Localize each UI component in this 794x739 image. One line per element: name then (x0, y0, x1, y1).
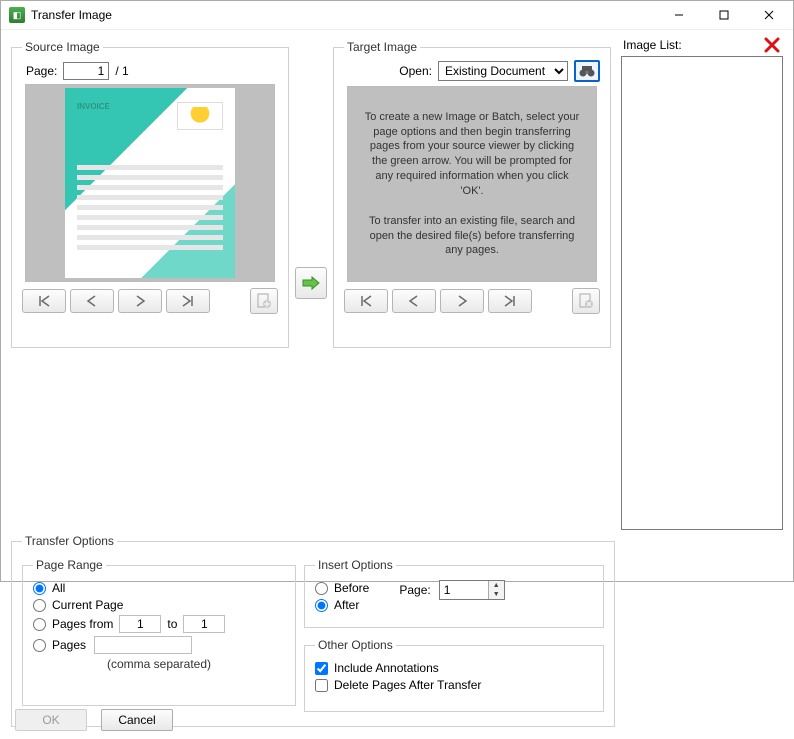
target-first-page-button[interactable] (344, 289, 388, 313)
maximize-button[interactable] (701, 1, 746, 29)
title-bar: ◧ Transfer Image (1, 1, 793, 30)
window-title: Transfer Image (31, 8, 656, 22)
other-legend: Other Options (315, 638, 396, 652)
pages-list-input[interactable] (94, 636, 192, 654)
delete-x-icon (764, 37, 780, 53)
image-list-box[interactable] (621, 56, 783, 530)
insert-after[interactable]: After (315, 598, 369, 612)
source-add-page-button[interactable] (250, 288, 278, 314)
target-preview: To create a new Image or Batch, select y… (347, 86, 597, 282)
include-annotations-check[interactable]: Include Annotations (315, 661, 593, 675)
pages-hint: (comma separated) (33, 657, 285, 671)
insert-page-input[interactable] (440, 581, 488, 599)
cancel-button[interactable]: Cancel (101, 709, 173, 731)
target-search-button[interactable] (574, 60, 600, 82)
target-prev-page-button[interactable] (392, 289, 436, 313)
insert-before[interactable]: Before (315, 581, 369, 595)
source-page-total: / 1 (115, 64, 128, 78)
target-last-page-button[interactable] (488, 289, 532, 313)
source-image-group: Source Image Page: / 1 INVOICE (11, 40, 289, 348)
transfer-legend: Transfer Options (22, 534, 117, 548)
image-list-delete-button[interactable] (763, 36, 781, 54)
image-list-label: Image List: (623, 38, 682, 52)
source-page-input[interactable] (63, 62, 109, 80)
transfer-options-group: Transfer Options Page Range All Current … (11, 534, 615, 727)
target-legend: Target Image (344, 40, 420, 54)
image-list-panel: Image List: (621, 36, 783, 530)
arrow-right-icon (301, 275, 321, 291)
delete-after-check[interactable]: Delete Pages After Transfer (315, 678, 593, 692)
source-first-page-button[interactable] (22, 289, 66, 313)
target-open-select[interactable]: Existing Document (438, 61, 568, 81)
ok-button[interactable]: OK (15, 709, 87, 731)
binoculars-icon (579, 64, 595, 78)
target-help-text: To create a new Image or Batch, select y… (364, 110, 580, 258)
source-last-page-button[interactable] (166, 289, 210, 313)
page-range-legend: Page Range (33, 558, 106, 572)
app-icon: ◧ (9, 7, 25, 23)
other-options-group: Other Options Include Annotations Delete… (304, 638, 604, 712)
close-button[interactable] (746, 1, 791, 29)
page-range-group: Page Range All Current Page Pages from t… (22, 558, 296, 706)
doc-invoice-label: INVOICE (77, 102, 110, 111)
source-legend: Source Image (22, 40, 103, 54)
source-preview: INVOICE (25, 84, 275, 282)
insert-options-group: Insert Options Before After Page: ▲▼ (304, 558, 604, 628)
target-open-label: Open: (399, 64, 432, 78)
target-next-page-button[interactable] (440, 289, 484, 313)
source-next-page-button[interactable] (118, 289, 162, 313)
insert-page-label: Page: (399, 583, 430, 597)
target-image-group: Target Image Open: Existing Document To … (333, 40, 611, 348)
insert-page-spinner[interactable]: ▲▼ (439, 580, 505, 600)
spin-up-icon[interactable]: ▲ (488, 581, 504, 590)
pages-from-input[interactable] (119, 615, 161, 633)
minimize-button[interactable] (656, 1, 701, 29)
insert-legend: Insert Options (315, 558, 396, 572)
page-range-from[interactable]: Pages from to (33, 615, 285, 633)
transfer-arrow-button[interactable] (295, 267, 327, 299)
spin-down-icon[interactable]: ▼ (488, 590, 504, 599)
source-prev-page-button[interactable] (70, 289, 114, 313)
source-page-label: Page: (26, 64, 57, 78)
pages-to-input[interactable] (183, 615, 225, 633)
page-range-current[interactable]: Current Page (33, 598, 285, 612)
target-remove-page-button[interactable] (572, 288, 600, 314)
doc-thumb-image (177, 102, 223, 130)
page-range-pages[interactable]: Pages (33, 636, 285, 654)
page-range-all[interactable]: All (33, 581, 285, 595)
